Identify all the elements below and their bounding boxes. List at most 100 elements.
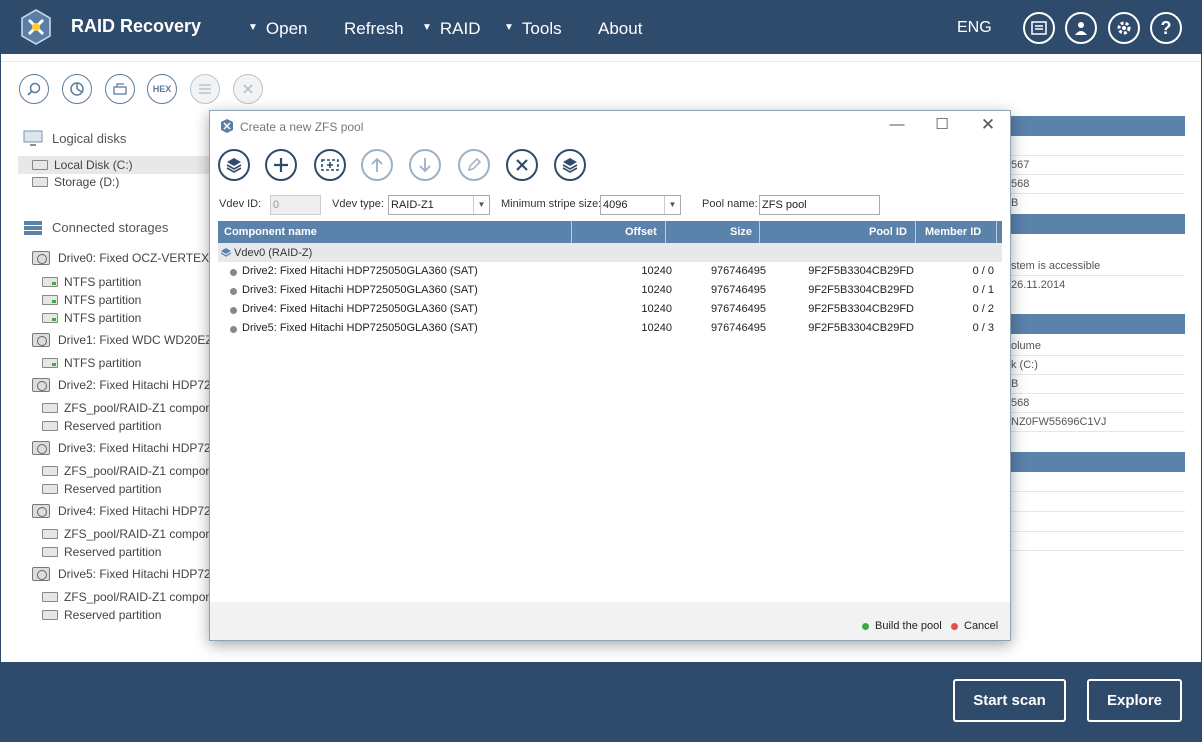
start-scan-button[interactable]: Start scan (953, 679, 1066, 722)
move-up-icon[interactable] (361, 149, 393, 181)
app-window: RAID Recovery ▼ Open Refresh ▼ RAID ▼ Tools… (0, 0, 1202, 742)
logical-disk-c[interactable]: Local Disk (C:) (32, 158, 133, 172)
column-component-name[interactable]: Component name (224, 226, 317, 238)
menu-refresh[interactable]: Refresh (344, 19, 404, 39)
help-icon[interactable]: ? (1150, 12, 1182, 44)
layers-icon[interactable] (554, 149, 586, 181)
component-name: Drive2: Fixed Hitachi HDP725050GLA360 (S… (242, 265, 478, 277)
table-row[interactable]: Drive2: Fixed Hitachi HDP725050GLA360 (S… (218, 262, 1002, 281)
app-logo-icon (21, 9, 51, 45)
table-row[interactable]: Drive5: Fixed Hitachi HDP725050GLA360 (S… (218, 319, 1002, 338)
storage-icon (24, 221, 42, 235)
search-icon[interactable] (19, 74, 49, 104)
partition-icon (42, 277, 58, 287)
cancel-button[interactable]: Cancel (951, 620, 998, 632)
partition-item[interactable]: NTFS partition (42, 293, 141, 307)
column-pool-id[interactable]: Pool ID (869, 226, 907, 238)
partition-item[interactable]: NTFS partition (42, 311, 141, 325)
info-value: 568 (1011, 397, 1030, 409)
remove-icon[interactable] (506, 149, 538, 181)
partition-item[interactable]: Reserved partition (42, 482, 161, 496)
move-down-icon[interactable] (409, 149, 441, 181)
hex-icon[interactable]: HEX (147, 74, 177, 104)
pool-name-input[interactable]: ZFS pool (759, 195, 880, 215)
partitions-icon[interactable] (105, 74, 135, 104)
vdev-type-select[interactable]: RAID-Z1 ▼ (388, 195, 490, 215)
column-member-id[interactable]: Member ID (925, 226, 981, 238)
vdev-group-row[interactable]: Vdev0 (RAID-Z) (218, 243, 1002, 262)
menu-about[interactable]: About (598, 19, 642, 39)
stripe-size-select[interactable]: 4096 ▼ (600, 195, 681, 215)
drive4-item[interactable]: Drive4: Fixed Hitachi HDP72 (32, 504, 211, 518)
menu-tools[interactable]: ▼ Tools (504, 19, 562, 39)
partition-item[interactable]: Reserved partition (42, 608, 161, 622)
hdd-icon (32, 441, 50, 455)
component-size: 976746495 (710, 303, 766, 315)
column-size[interactable]: Size (730, 226, 752, 238)
add-component-icon[interactable] (265, 149, 297, 181)
create-zfs-pool-dialog: Create a new ZFS pool — ☐ ✕ Vdev ID: 0 V… (209, 110, 1011, 641)
component-offset: 10240 (641, 284, 672, 296)
partition-item[interactable]: NTFS partition (42, 356, 141, 370)
drive0-item[interactable]: Drive0: Fixed OCZ-VERTEX3 (32, 251, 216, 265)
language-selector[interactable]: ENG (957, 19, 992, 37)
toolbar-divider (1, 61, 1201, 62)
drive5-item[interactable]: Drive5: Fixed Hitachi HDP72 (32, 567, 211, 581)
explore-button[interactable]: Explore (1087, 679, 1182, 722)
partition-item[interactable]: ZFS_pool/RAID-Z1 compon (42, 590, 212, 604)
info-row-line (1009, 431, 1185, 432)
dialog-title: Create a new ZFS pool (240, 120, 364, 134)
menu-open[interactable]: ▼ Open (248, 19, 308, 39)
partition-icon (42, 592, 58, 602)
add-missing-icon[interactable] (314, 149, 346, 181)
component-pool-id: 9F2F5B3304CB29FD (808, 284, 914, 296)
partition-item[interactable]: ZFS_pool/RAID-Z1 compon (42, 401, 212, 415)
add-vdev-icon[interactable] (218, 149, 250, 181)
table-row[interactable]: Drive3: Fixed Hitachi HDP725050GLA360 (S… (218, 281, 1002, 300)
partition-item[interactable]: ZFS_pool/RAID-Z1 compon (42, 527, 212, 541)
chart-icon[interactable] (62, 74, 92, 104)
partition-item[interactable]: ZFS_pool/RAID-Z1 compon (42, 464, 212, 478)
logical-disk-d[interactable]: Storage (D:) (32, 175, 119, 189)
partition-item[interactable]: Reserved partition (42, 545, 161, 559)
drive1-item[interactable]: Drive1: Fixed WDC WD20EZ (32, 333, 213, 347)
hdd-icon (32, 251, 50, 265)
notes-icon[interactable] (1023, 12, 1055, 44)
chevron-down-icon: ▼ (473, 196, 489, 214)
minimize-icon[interactable]: — (887, 115, 907, 135)
menu-raid[interactable]: ▼ RAID (422, 19, 481, 39)
gear-icon[interactable] (1108, 12, 1140, 44)
chevron-down-icon: ▼ (664, 196, 680, 214)
component-member-id: 0 / 0 (972, 265, 994, 277)
partition-item[interactable]: NTFS partition (42, 275, 141, 289)
hdd-icon (32, 333, 50, 347)
dialog-app-icon (221, 119, 233, 133)
drive3-item[interactable]: Drive3: Fixed Hitachi HDP72 (32, 441, 211, 455)
vdev-type-label: Vdev type: (332, 198, 384, 210)
close-window-icon[interactable]: ✕ (978, 115, 998, 135)
monitor-icon (23, 130, 43, 146)
partition-icon (42, 358, 58, 368)
list-icon[interactable] (190, 74, 220, 104)
maximize-icon[interactable]: ☐ (932, 115, 952, 135)
component-size: 976746495 (710, 322, 766, 334)
disk-icon (32, 177, 48, 187)
info-value: olume (1011, 340, 1041, 352)
component-name: Drive3: Fixed Hitachi HDP725050GLA360 (S… (242, 284, 478, 296)
column-offset[interactable]: Offset (625, 226, 657, 238)
close-icon[interactable] (233, 74, 263, 104)
partition-item[interactable]: Reserved partition (42, 419, 161, 433)
column-separator (665, 221, 666, 243)
table-row[interactable]: Drive4: Fixed Hitachi HDP725050GLA360 (S… (218, 300, 1002, 319)
info-row-line (1009, 193, 1185, 194)
edit-icon[interactable] (458, 149, 490, 181)
build-pool-button[interactable]: Build the pool (862, 620, 942, 632)
drive2-item[interactable]: Drive2: Fixed Hitachi HDP72 (32, 378, 211, 392)
user-icon[interactable] (1065, 12, 1097, 44)
partition-icon (42, 295, 58, 305)
info-section-header (1009, 214, 1185, 234)
top-menu-bar: RAID Recovery ▼ Open Refresh ▼ RAID ▼ Tools… (1, 1, 1201, 54)
info-row-line (1009, 174, 1185, 175)
info-value: B (1011, 378, 1019, 390)
partition-icon (42, 421, 58, 431)
